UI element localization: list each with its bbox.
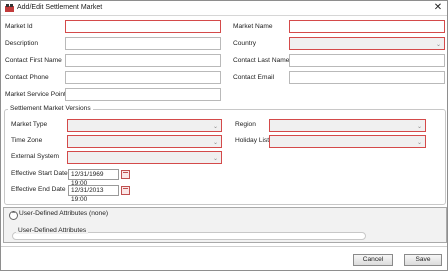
settlement-market-icon <box>5 4 14 12</box>
market-id-label: Market Id <box>5 23 33 30</box>
settlement-market-dialog: Add/Edit Settlement Market ✕ Market Id D… <box>0 0 448 271</box>
effective-start-date-label: Effective Start Date <box>11 170 68 177</box>
description-label: Description <box>5 40 38 47</box>
holiday-list-label: Holiday List <box>235 137 270 144</box>
user-defined-attributes-panel: ⌃ User-Defined Attributes (none) User-De… <box>3 207 447 243</box>
save-button[interactable]: Save <box>404 254 442 266</box>
region-select[interactable]: ⌄ <box>269 119 426 132</box>
time-zone-select[interactable]: ⌄ <box>67 135 222 148</box>
effective-start-date-input[interactable]: 12/31/1969 19:00 <box>68 169 119 187</box>
country-label: Country <box>233 40 257 47</box>
contact-email-input[interactable] <box>289 71 445 84</box>
contact-last-name-label: Contact Last Name <box>233 57 290 64</box>
market-name-label: Market Name <box>233 23 273 30</box>
close-icon[interactable]: ✕ <box>433 1 443 15</box>
settlement-market-versions-legend: Settlement Market Versions <box>8 105 93 112</box>
country-select[interactable]: ⌄ <box>289 37 445 50</box>
external-system-select[interactable]: ⌄ <box>67 151 222 164</box>
contact-phone-input[interactable] <box>65 71 221 84</box>
market-type-label: Market Type <box>11 121 48 128</box>
market-type-select[interactable]: ⌄ <box>67 119 222 132</box>
calendar-icon[interactable] <box>121 186 130 195</box>
effective-end-date-label: Effective End Date <box>11 186 66 193</box>
region-label: Region <box>235 121 256 128</box>
chevron-down-icon: ⌄ <box>416 140 422 146</box>
market-name-input[interactable] <box>289 20 445 33</box>
contact-first-name-label: Contact First Name <box>5 57 62 64</box>
holiday-list-select[interactable]: ⌄ <box>269 135 426 148</box>
chevron-down-icon: ⌄ <box>212 140 218 146</box>
title-bar: Add/Edit Settlement Market ✕ <box>1 1 447 16</box>
contact-email-label: Contact Email <box>233 74 275 81</box>
market-id-input[interactable] <box>65 20 221 33</box>
window-title: Add/Edit Settlement Market <box>17 4 103 11</box>
uda-header[interactable]: User-Defined Attributes (none) <box>19 210 108 217</box>
footer-divider <box>1 246 447 247</box>
chevron-down-icon: ⌄ <box>212 156 218 162</box>
cancel-button[interactable]: Cancel <box>353 254 393 266</box>
calendar-icon[interactable] <box>121 170 130 179</box>
effective-end-date-input[interactable]: 12/31/2013 19:00 <box>68 185 119 203</box>
contact-phone-label: Contact Phone <box>5 74 49 81</box>
chevron-down-icon: ⌄ <box>416 124 422 130</box>
description-input[interactable] <box>65 37 221 50</box>
external-system-label: External System <box>11 153 60 160</box>
collapse-icon[interactable]: ⌃ <box>9 211 18 220</box>
chevron-down-icon: ⌄ <box>212 124 218 130</box>
market-service-point-input[interactable] <box>65 88 221 101</box>
time-zone-label: Time Zone <box>11 137 43 144</box>
uda-legend: User-Defined Attributes <box>16 227 89 234</box>
contact-last-name-input[interactable] <box>289 54 445 67</box>
chevron-down-icon: ⌄ <box>435 42 441 48</box>
market-service-point-label: Market Service Point <box>5 91 66 98</box>
contact-first-name-input[interactable] <box>65 54 221 67</box>
